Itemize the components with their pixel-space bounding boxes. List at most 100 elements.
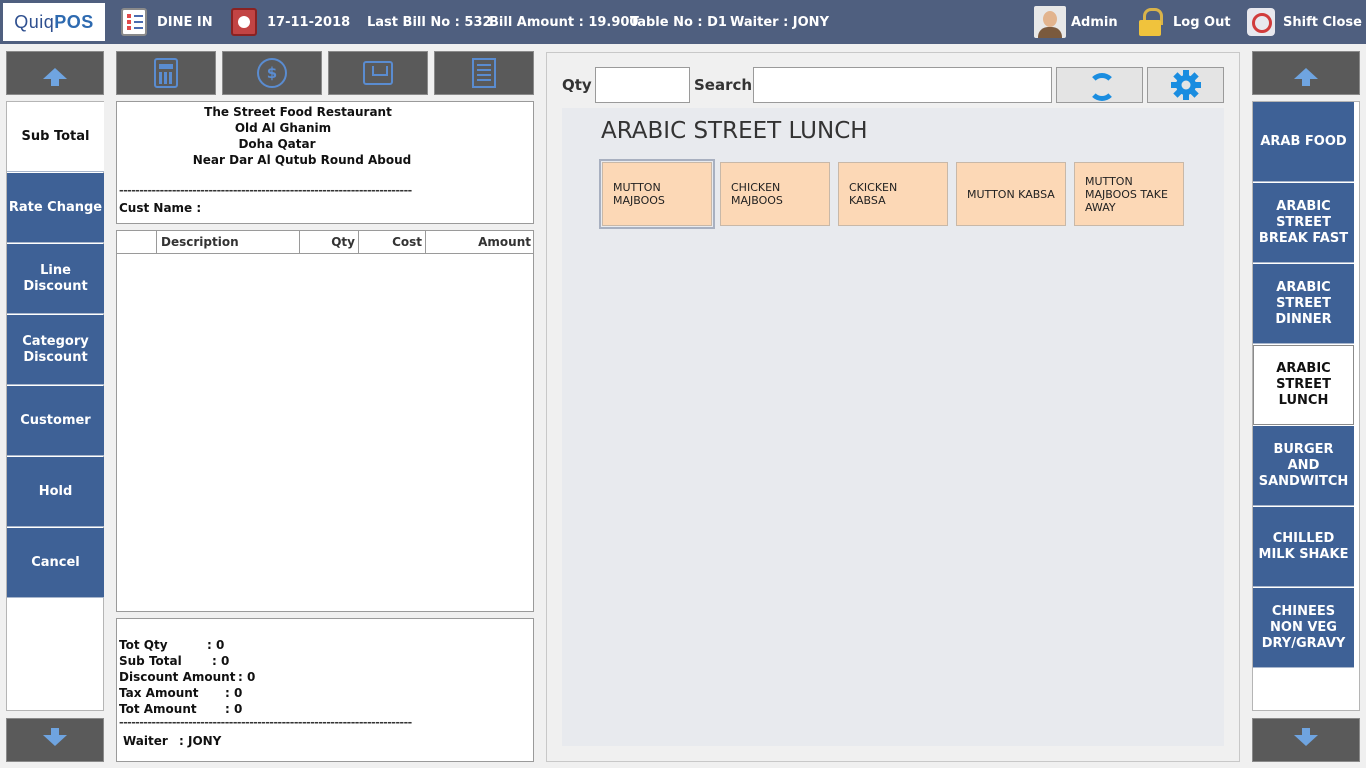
bill-amount-label: Bill Amount : 19.900 [489,14,639,30]
item-mutton-kabsa[interactable]: MUTTON KABSA [956,162,1066,226]
category-title: ARABIC STREET LUNCH [601,118,868,144]
item-chicken-majboos[interactable]: CHICKEN MAJBOOS [720,162,830,226]
arrow-up-icon [43,67,67,86]
receipt-header: The Street Food Restaurant Old Al Ghanim… [116,101,534,224]
grid-header-amount: Amount [478,235,531,249]
logo-text-a: Quiq [14,11,55,32]
refresh-button[interactable] [1056,67,1143,103]
discount-amount-label: Discount Amount [119,670,236,684]
waiter-footer-value: : JONY [179,734,222,748]
grid-header-select [117,231,157,254]
sub-total-label: Sub Total [119,654,182,668]
qty-label: Qty [562,76,592,94]
item-chicken-kabsa[interactable]: CKICKEN KABSA [838,162,948,226]
bill-amount-info: Bill Amount : 19.900 [489,0,638,44]
money-exchange-icon: $ [257,58,287,88]
totals-panel: Tot Qty : 0 Sub Total : 0 Discount Amoun… [116,618,534,762]
receipt-separator: ----------------------------------------… [119,184,412,197]
waiter-info: Waiter : JONY [730,0,829,44]
grid-header-qty: Qty [300,231,359,254]
address-line-3: Near Dar Al Qutub Round Aboud [192,153,412,167]
line-discount-button[interactable]: Line Discount [7,244,104,314]
logo-text-b: POS [54,11,94,32]
calendar-clock-icon [231,8,257,36]
restaurant-name: The Street Food Restaurant [204,105,392,119]
last-bill-label: Last Bill No : 532 [367,14,492,30]
category-arabic-street-dinner[interactable]: ARABIC STREET DINNER [1253,264,1354,344]
tot-qty-label: Tot Qty [119,638,168,652]
user-avatar-icon [1034,6,1066,38]
arrow-up-icon [1294,67,1318,86]
report-button[interactable] [434,51,534,95]
category-burger-and-sandwitch[interactable]: BURGER AND SANDWITCH [1253,426,1354,506]
date-display[interactable]: 17-11-2018 [231,0,350,44]
calculator-icon [154,58,178,88]
cash-drawer-icon [363,61,393,85]
shift-clock-icon [1247,8,1275,36]
left-scroll-down-button[interactable] [6,718,104,762]
customer-name-label: Cust Name : [119,201,202,215]
dine-in-mode[interactable]: DINE IN [121,0,213,44]
quiqpos-logo: Quiq POS [3,3,105,41]
table-no-label: Table No : D1 [630,14,727,30]
top-bar: Quiq POS DINE IN 17-11-2018 Last Bill No … [0,0,1366,44]
tot-amount-label: Tot Amount [119,702,197,716]
tax-amount-value: : 0 [225,686,243,700]
user-menu[interactable]: Admin [1034,0,1118,44]
item-mutton-majboos-take-away[interactable]: MUTTON MAJBOOS TAKE AWAY [1074,162,1184,226]
search-label: Search [694,76,753,94]
payment-button[interactable]: $ [222,51,322,95]
item-mutton-majboos[interactable]: MUTTON MAJBOOS [599,159,715,229]
tax-amount-label: Tax Amount [119,686,199,700]
settings-button[interactable] [1147,67,1224,103]
refresh-icon [1085,71,1116,101]
order-list-icon [121,8,147,36]
totals-separator: ----------------------------------------… [119,716,412,729]
date-label: 17-11-2018 [267,14,351,30]
category-column: ARAB FOOD ARABIC STREET BREAK FAST ARABI… [1252,101,1360,711]
logout-label: Log Out [1173,14,1231,30]
category-arab-food[interactable]: ARAB FOOD [1253,102,1354,182]
report-icon [472,58,496,88]
cash-drawer-button[interactable] [328,51,428,95]
sub-total-value: : 0 [212,654,230,668]
grid-header-description: Description [157,231,300,254]
rate-change-button[interactable]: Rate Change [7,173,104,243]
address-line-1: Old Al Ghanim [234,121,332,135]
shift-close-button[interactable]: Shift Close [1247,0,1362,44]
shift-close-label: Shift Close [1283,14,1362,30]
category-chilled-milk-shake[interactable]: CHILLED MILK SHAKE [1253,507,1354,587]
grid-header-cost: Cost [359,231,426,254]
hold-button[interactable]: Hold [7,457,104,527]
last-bill-info: Last Bill No : 532 [367,0,492,44]
tot-amount-value: : 0 [225,702,243,716]
table-no-info: Table No : D1 [630,0,727,44]
lock-icon [1139,8,1163,36]
order-items-grid[interactable]: Description Qty Cost Amount [116,230,534,612]
search-input[interactable] [753,67,1052,103]
qty-input[interactable] [595,67,690,103]
waiter-footer-label: Waiter [123,734,168,748]
category-arabic-street-lunch[interactable]: ARABIC STREET LUNCH [1253,345,1354,425]
tot-qty-value: : 0 [207,638,225,652]
cancel-button[interactable]: Cancel [7,528,104,598]
gear-icon [1170,70,1201,100]
right-scroll-up-button[interactable] [1252,51,1360,95]
customer-button[interactable]: Customer [7,386,104,456]
right-scroll-down-button[interactable] [1252,718,1360,762]
address-line-2: Doha Qatar [238,137,316,151]
user-name: Admin [1071,14,1118,30]
category-arabic-street-break-fast[interactable]: ARABIC STREET BREAK FAST [1253,183,1354,263]
arrow-down-icon [1294,727,1318,746]
category-chinees-non-veg[interactable]: CHINEES NON VEG DRY/GRAVY [1253,588,1354,668]
action-column: Sub Total Rate Change Line Discount Cate… [6,101,104,711]
calculator-button[interactable] [116,51,216,95]
waiter-label: Waiter : JONY [730,14,829,30]
left-scroll-up-button[interactable] [6,51,104,95]
discount-amount-value: : 0 [238,670,256,684]
logout-button[interactable]: Log Out [1139,0,1231,44]
dine-in-label: DINE IN [157,14,213,30]
arrow-down-icon [43,727,67,746]
category-discount-button[interactable]: Category Discount [7,315,104,385]
grid-header: Description Qty Cost Amount [117,231,533,254]
